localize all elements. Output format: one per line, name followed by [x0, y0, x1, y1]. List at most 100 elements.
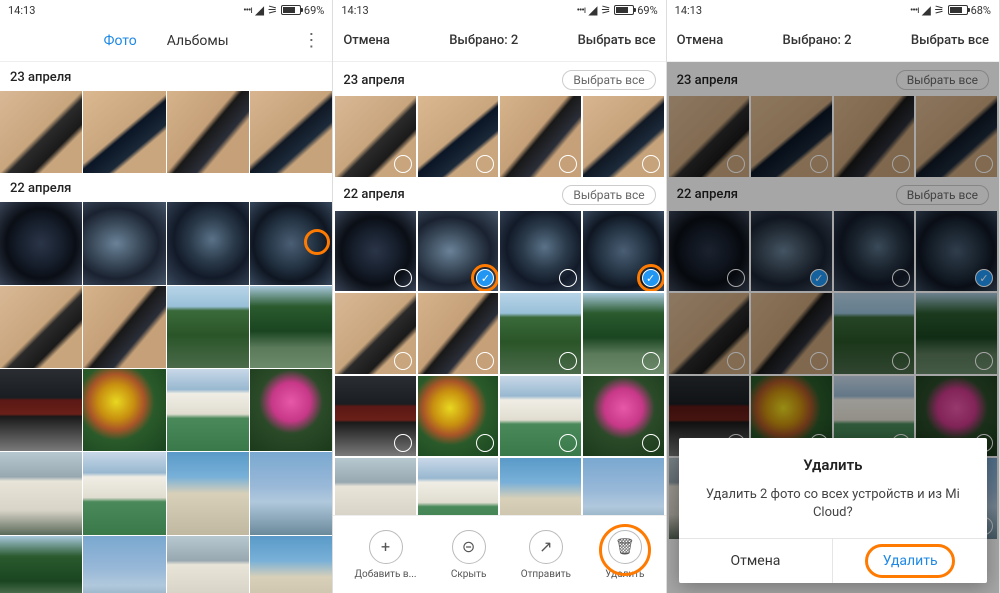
screen-select: 14:13 •••ı ◢ ⚞ 69% Отмена Выбрано: 2 Выб…: [333, 0, 666, 593]
photo-thumb[interactable]: [167, 536, 249, 593]
photo-thumb[interactable]: [250, 286, 332, 368]
photo-thumb[interactable]: [0, 286, 82, 368]
selection-circle[interactable]: [559, 155, 577, 173]
volte-icon: ⚞: [934, 3, 945, 17]
photo-thumb[interactable]: [418, 293, 499, 374]
action-label: Добавить в...: [354, 569, 416, 580]
photo-scroll[interactable]: 23 апреля 22 апреля: [0, 62, 332, 593]
add-to-button[interactable]: + Добавить в...: [354, 530, 416, 580]
signal-icon: •••ı: [577, 5, 586, 16]
photo-thumb[interactable]: [250, 91, 332, 173]
photo-thumb[interactable]: [83, 202, 165, 284]
status-bar: 14:13 •••ı ◢ ⚞ 68%: [667, 0, 999, 20]
photo-thumb[interactable]: [335, 96, 416, 177]
hide-button[interactable]: ⊝ Скрыть: [451, 530, 487, 580]
send-button[interactable]: ↗ Отправить: [521, 530, 571, 580]
photo-thumb[interactable]: [250, 452, 332, 534]
selection-circle[interactable]: [476, 155, 494, 173]
trash-icon: 🗑: [608, 530, 642, 564]
photo-thumb[interactable]: [500, 293, 581, 374]
photo-thumb[interactable]: ✓: [418, 211, 499, 292]
delete-button[interactable]: 🗑 Удалить: [605, 530, 644, 580]
date-label: 23 апреля: [10, 70, 71, 85]
lock-icon: ⊝: [452, 530, 486, 564]
photo-thumb[interactable]: [500, 376, 581, 457]
action-bar: + Добавить в... ⊝ Скрыть ↗ Отправить 🗑 У…: [333, 515, 665, 593]
photo-thumb[interactable]: [583, 376, 664, 457]
share-icon: ↗: [529, 530, 563, 564]
photo-thumb[interactable]: [83, 369, 165, 451]
photo-thumb[interactable]: [500, 96, 581, 177]
photo-thumb[interactable]: [0, 536, 82, 593]
signal-icon: •••ı: [910, 5, 919, 16]
status-bar: 14:13 •••ı ◢ ⚞ 69%: [333, 0, 665, 20]
battery-icon: [281, 5, 301, 15]
tab-albums[interactable]: Альбомы: [167, 33, 229, 49]
photo-thumb[interactable]: [0, 452, 82, 534]
cancel-button[interactable]: Отмена: [343, 33, 390, 48]
plus-icon: +: [369, 530, 403, 564]
cancel-button[interactable]: Отмена: [677, 33, 724, 48]
battery-percent: 69%: [304, 4, 324, 17]
photo-thumb[interactable]: [0, 369, 82, 451]
photo-thumb[interactable]: [167, 369, 249, 451]
signal-icon: •••ı: [243, 5, 252, 16]
photo-thumb[interactable]: [418, 376, 499, 457]
selected-count: Выбрано: 2: [783, 33, 852, 48]
menu-icon[interactable]: ⋮: [302, 30, 320, 51]
action-label: Удалить: [605, 569, 644, 580]
selection-circle[interactable]: [642, 155, 660, 173]
selection-circle-checked[interactable]: ✓: [642, 269, 660, 287]
selection-circle[interactable]: [394, 352, 412, 370]
screen-photos: 14:13 •••ı ◢ ⚞ 69% Фото Альбомы ⋮ 23 апр…: [0, 0, 333, 593]
dialog-cancel-button[interactable]: Отмена: [679, 539, 834, 583]
photo-thumb[interactable]: [83, 286, 165, 368]
dialog-title: Удалить: [693, 456, 973, 474]
photo-thumb[interactable]: [418, 96, 499, 177]
date-header: 22 апреля Выбрать все: [333, 177, 665, 211]
photo-thumb[interactable]: [335, 211, 416, 292]
select-all-pill[interactable]: Выбрать все: [562, 70, 655, 90]
date-label: 22 апреля: [343, 187, 404, 202]
photo-thumb[interactable]: [83, 452, 165, 534]
screen-delete-dialog: 14:13 •••ı ◢ ⚞ 68% Отмена Выбрано: 2 Выб…: [667, 0, 1000, 593]
dialog-confirm-button[interactable]: Удалить: [833, 539, 987, 583]
date-label: 22 апреля: [10, 181, 71, 196]
photo-thumb[interactable]: [500, 211, 581, 292]
selected-count: Выбрано: 2: [449, 33, 518, 48]
select-all-button[interactable]: Выбрать все: [578, 33, 656, 48]
photo-thumb[interactable]: [250, 369, 332, 451]
status-time: 14:13: [675, 4, 702, 17]
battery-icon: [948, 5, 968, 15]
selection-circle[interactable]: [642, 434, 660, 452]
photo-thumb[interactable]: [583, 96, 664, 177]
select-all-button[interactable]: Выбрать все: [911, 33, 989, 48]
photo-thumb[interactable]: [250, 536, 332, 593]
wifi-icon: ◢: [922, 3, 931, 17]
dialog-confirm-label: Удалить: [883, 553, 938, 569]
photo-thumb[interactable]: [0, 202, 82, 284]
photo-thumb[interactable]: [167, 202, 249, 284]
selection-circle[interactable]: [394, 155, 412, 173]
photo-thumb[interactable]: [335, 376, 416, 457]
photo-thumb[interactable]: [583, 293, 664, 374]
selection-circle[interactable]: [642, 352, 660, 370]
photo-scroll[interactable]: 23 апреля Выбрать все 22 апреля Выбрать …: [333, 62, 665, 593]
photo-thumb[interactable]: [167, 452, 249, 534]
photo-thumb[interactable]: [167, 91, 249, 173]
select-all-pill[interactable]: Выбрать все: [562, 185, 655, 205]
photo-thumb[interactable]: [83, 91, 165, 173]
photo-thumb[interactable]: ✓: [583, 211, 664, 292]
volte-icon: ⚞: [600, 3, 611, 17]
photo-thumb[interactable]: [83, 536, 165, 593]
photo-thumb[interactable]: [0, 91, 82, 173]
selection-circle[interactable]: [559, 352, 577, 370]
selection-circle[interactable]: [394, 269, 412, 287]
photo-thumb[interactable]: [335, 293, 416, 374]
status-time: 14:13: [341, 4, 368, 17]
tab-photos[interactable]: Фото: [104, 33, 137, 49]
photo-thumb[interactable]: [250, 202, 332, 284]
status-time: 14:13: [8, 4, 35, 17]
battery-percent: 68%: [971, 4, 991, 17]
photo-thumb[interactable]: [167, 286, 249, 368]
